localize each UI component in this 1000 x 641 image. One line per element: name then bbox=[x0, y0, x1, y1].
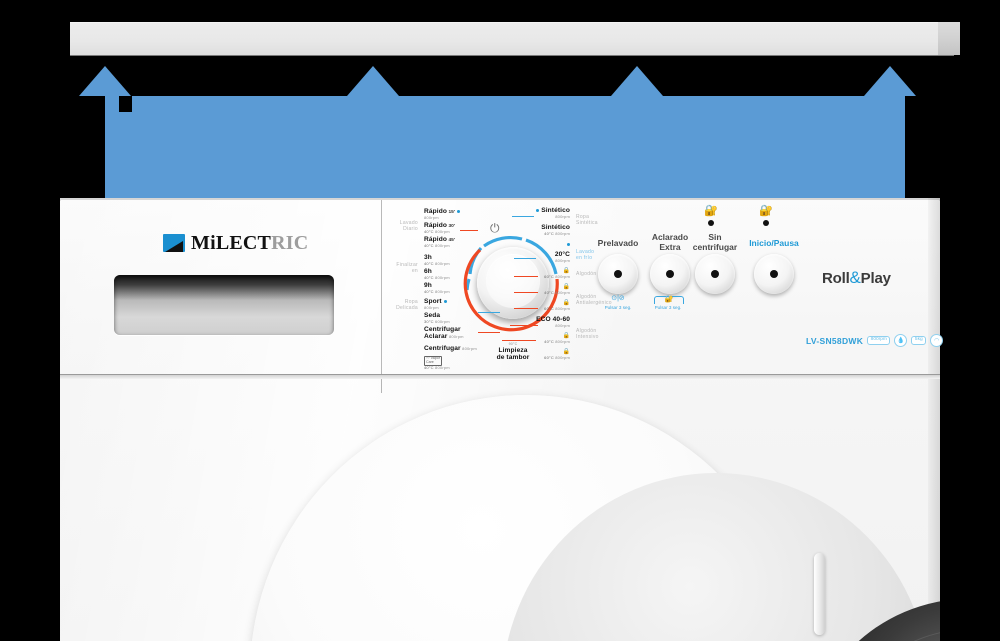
callout-block bbox=[105, 112, 905, 198]
dial-tick bbox=[502, 340, 536, 341]
model-number: LV-SN58DWK bbox=[806, 335, 864, 346]
sub-brand-logo: Roll&Play bbox=[822, 268, 891, 288]
sub-brand-tail: Play bbox=[860, 270, 891, 287]
dial-category-right-1: Lavado en frío bbox=[576, 249, 595, 262]
program-left-1: Rápido 30' 40°C 800rpm bbox=[424, 222, 455, 234]
program-left-7: Seda 30°C 600rpm bbox=[424, 312, 450, 324]
water-drop-icon: 💧 bbox=[894, 334, 908, 347]
program-left-3: 3h 40°C 800rpm bbox=[424, 254, 450, 266]
dial-tick bbox=[512, 216, 534, 217]
brand-logo: MiLECTRIC bbox=[163, 233, 308, 253]
model-badge-row: LV-SN58DWK 800rpm 💧 5kg ◠ bbox=[806, 334, 944, 347]
brand-name: MiLECTRIC bbox=[191, 233, 308, 253]
button-sin-centrifugar[interactable] bbox=[695, 254, 735, 294]
dial-tick bbox=[514, 258, 536, 259]
program-right-4: 🔒 60°C 800rpm bbox=[544, 268, 570, 279]
callout-arrow-2 bbox=[347, 66, 399, 96]
dial-tick bbox=[478, 332, 500, 333]
sub-brand-amp: & bbox=[849, 268, 861, 287]
button-indicator-dot-3 bbox=[708, 220, 714, 226]
callout-arrow-1 bbox=[79, 66, 131, 96]
button-inicio-pausa[interactable] bbox=[754, 254, 794, 294]
brand-name-tail: RIC bbox=[271, 232, 309, 254]
washer-door-area bbox=[60, 379, 940, 641]
capacity-badge: 5kg bbox=[911, 335, 927, 346]
program-right-6: 🔒 60°C 800rpm bbox=[544, 300, 570, 311]
program-left-0: Rápido 15' 800rpm bbox=[424, 208, 461, 222]
child-lock-icon: ⊙|⊘ bbox=[611, 295, 625, 302]
detergent-drawer[interactable] bbox=[114, 275, 334, 335]
button-hint-1: Pulsar 3 seg. bbox=[654, 305, 682, 310]
screenshot-root: MiLECTRIC ⏻ Lavado Diario Finalizar en Rop… bbox=[0, 0, 1000, 641]
button-label-3: Inicio/Pausa bbox=[749, 238, 799, 248]
drum-band bbox=[832, 629, 940, 641]
brand-mark-icon bbox=[163, 234, 185, 252]
dial-tick bbox=[460, 230, 478, 231]
program-right-7: ECO 40-60 800rpm bbox=[536, 316, 570, 328]
dial-tick bbox=[514, 308, 538, 309]
dial-category-right-4: Algodón Intensivo bbox=[576, 328, 599, 341]
dial-tick bbox=[514, 292, 538, 293]
button-aclarado-extra[interactable] bbox=[650, 254, 690, 294]
key-lock-icon: 🔐 bbox=[704, 205, 718, 217]
dial-tick bbox=[514, 276, 538, 277]
door-inner-ring bbox=[502, 473, 940, 641]
door-handle[interactable] bbox=[814, 553, 825, 635]
laundry-icon: ◠ bbox=[930, 334, 944, 347]
key-lock-icon: 🔐 bbox=[759, 205, 773, 217]
program-right-0: Sintético 800rpm bbox=[522, 207, 570, 221]
button-label-2: Sin centrifugar bbox=[692, 232, 738, 252]
callout-arrow-3 bbox=[611, 66, 663, 96]
washer-lid bbox=[70, 22, 954, 56]
dial-category-right-2: Algodón bbox=[576, 271, 597, 277]
door-outer-ring[interactable] bbox=[250, 395, 940, 641]
dial-category-left-1: Finalizar en bbox=[396, 262, 418, 275]
dial-category-left-0: Lavado Diario bbox=[399, 220, 418, 233]
washer-lid-side bbox=[938, 22, 960, 55]
button-hint-0: Pulsar 3 seg. bbox=[604, 305, 632, 310]
button-prelavado[interactable] bbox=[598, 254, 638, 294]
spin-speed-badge: 800rpm bbox=[867, 335, 891, 346]
dial-category-left-2: Ropa Delicada bbox=[396, 299, 418, 312]
dial-tick bbox=[478, 312, 500, 313]
program-left-10: 〰 Vapor Care 40°C 800rpm bbox=[424, 356, 450, 370]
key-lock-icon: 🔐 bbox=[664, 296, 674, 303]
lid-shadow bbox=[70, 55, 954, 58]
program-left-5: 9h 40°C 800rpm bbox=[424, 282, 450, 294]
dial-tick bbox=[510, 325, 538, 326]
sub-brand-lead: Roll bbox=[822, 270, 850, 287]
callout-block-upper bbox=[132, 96, 905, 114]
program-right-2 bbox=[522, 243, 570, 249]
button-indicator-dot-4 bbox=[763, 220, 769, 226]
callout-bridge-3 bbox=[637, 96, 639, 114]
program-bottom: 90°C Limpieza de tambor bbox=[496, 342, 530, 361]
program-right-5: 🔒 40°C 800rpm bbox=[544, 284, 570, 295]
callout-arrow-4 bbox=[864, 66, 916, 96]
program-left-2: Rápido 45' 40°C 800rpm bbox=[424, 236, 455, 248]
program-right-1: Sintético 40°C 800rpm bbox=[541, 224, 570, 236]
callout-bridge-2 bbox=[373, 96, 375, 114]
program-left-4: 6h 40°C 800rpm bbox=[424, 268, 450, 280]
brand-name-lead: MiLECT bbox=[191, 232, 272, 254]
program-left-8: Centrifugar Aclarar 800rpm bbox=[424, 326, 464, 340]
callout-bridge-4 bbox=[888, 96, 892, 114]
dial-category-right-0: Ropa Sintética bbox=[576, 214, 598, 227]
program-left-6: Sport 800rpm bbox=[424, 298, 448, 312]
callout-leader-left bbox=[105, 96, 119, 114]
